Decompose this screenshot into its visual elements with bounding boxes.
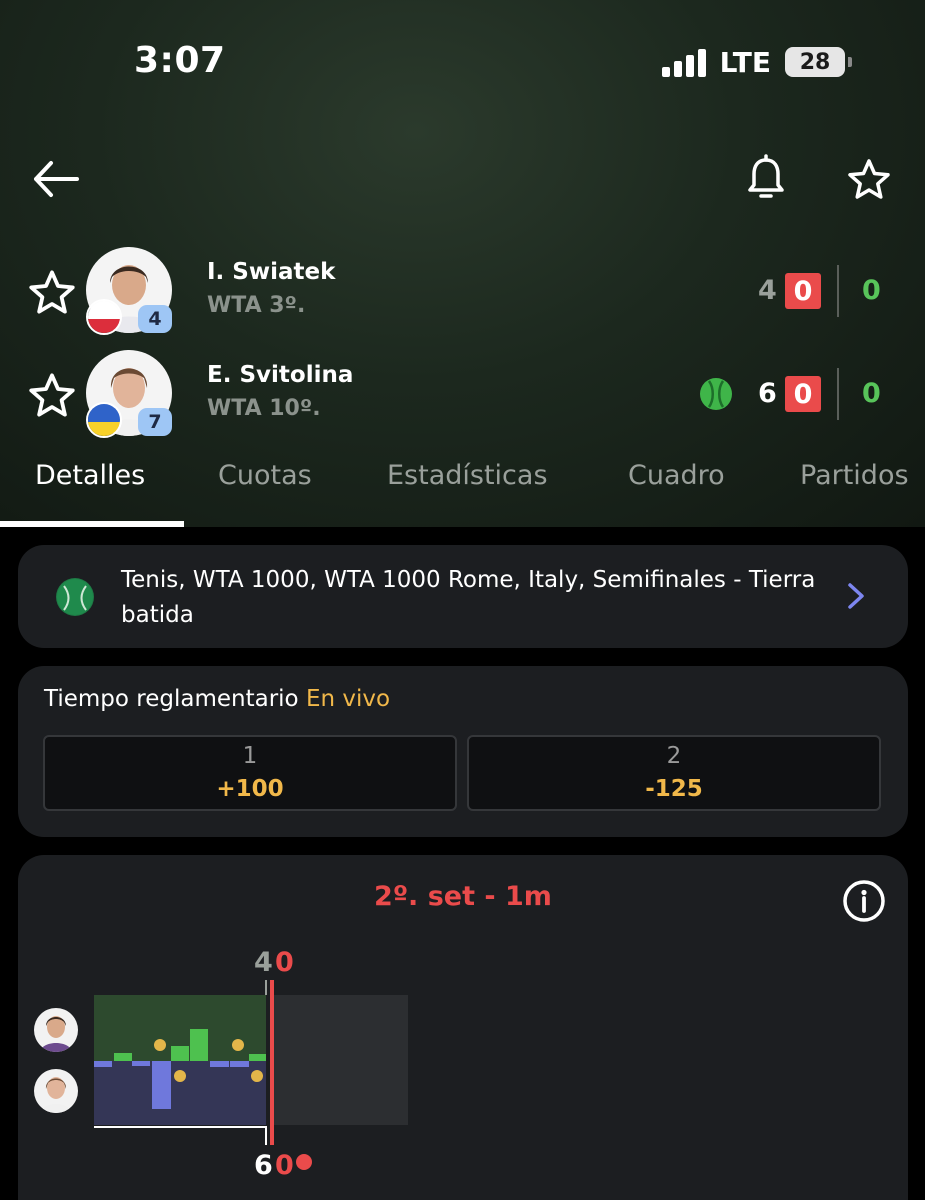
flag-poland-icon — [86, 299, 122, 335]
serve-marker — [251, 1070, 263, 1082]
momentum-bar — [114, 1053, 132, 1061]
status-indicators: LTE 28 — [661, 44, 852, 80]
odds-label: 1 — [242, 743, 258, 769]
tennis-ball-icon — [56, 578, 94, 616]
network-type: LTE — [719, 45, 771, 79]
player-name: I. Swiatek — [207, 259, 336, 285]
competition-info: Tenis, WTA 1000, WTA 1000 Rome, Italy, S… — [121, 567, 816, 628]
score-divider — [837, 368, 839, 420]
point-score: 0 — [785, 273, 821, 309]
seed-badge: 4 — [138, 305, 172, 333]
tab-cuotas[interactable]: Cuotas — [218, 460, 312, 491]
flag-ukraine-icon — [86, 402, 122, 438]
sets-score: 0 — [862, 378, 881, 409]
seed-badge: 7 — [138, 408, 172, 436]
chevron-right-icon[interactable] — [844, 581, 868, 611]
odds-label: 2 — [666, 743, 682, 769]
battery-level: 28 — [799, 49, 831, 75]
games-score: 4 — [758, 275, 777, 306]
serve-marker — [174, 1070, 186, 1082]
tab-partidos[interactable]: Partidos — [800, 460, 909, 491]
momentum-bar — [249, 1054, 266, 1061]
momentum-bar — [171, 1046, 189, 1061]
odds-value: +100 — [216, 776, 284, 802]
momentum-bar — [132, 1061, 150, 1066]
odds-option-1[interactable]: 1 +100 — [43, 735, 457, 811]
sets-score: 0 — [862, 275, 881, 306]
momentum-bar — [94, 1061, 112, 1067]
odds-option-2[interactable]: 2 -125 — [467, 735, 881, 811]
momentum-chart — [94, 980, 408, 1170]
player-name: E. Svitolina — [207, 362, 354, 388]
tab-detalles[interactable]: Detalles — [35, 460, 145, 491]
tab-bar: Detalles Cuotas Estadísticas Cuadro Part… — [0, 452, 925, 527]
momentum-card: 2º. set - 1m 4 0 6 0 — [18, 855, 908, 1200]
serve-marker — [154, 1039, 166, 1051]
games-score: 6 — [758, 378, 777, 409]
odds-title: Tiempo reglamentario En vivo — [44, 686, 390, 712]
status-time: 3:07 — [134, 40, 226, 81]
signal-icon — [661, 47, 706, 77]
star-icon[interactable] — [28, 372, 76, 420]
odds-value: -125 — [645, 776, 703, 802]
match-header: 3:07 LTE 28 4 I. Swiatek WTA 3º. 4 0 0 7… — [0, 0, 925, 527]
axis-line — [94, 1126, 267, 1145]
tab-estadisticas[interactable]: Estadísticas — [387, 460, 548, 491]
active-tab-indicator — [0, 521, 184, 527]
serve-marker — [232, 1039, 244, 1051]
odds-period: Tiempo reglamentario — [44, 686, 299, 712]
momentum-bar — [210, 1061, 229, 1067]
live-badge: En vivo — [305, 686, 391, 712]
favorite-star-icon[interactable] — [843, 154, 895, 204]
battery-icon: 28 — [785, 47, 852, 77]
player-rank: WTA 3º. — [207, 293, 306, 318]
score-divider — [837, 265, 839, 317]
tab-cuadro[interactable]: Cuadro — [628, 460, 725, 491]
competition-card[interactable]: Tenis, WTA 1000, WTA 1000 Rome, Italy, S… — [18, 545, 908, 648]
player-row-1[interactable]: 4 I. Swiatek WTA 3º. 4 0 0 — [0, 247, 925, 342]
player-row-2[interactable]: 7 E. Svitolina WTA 10º. 6 0 0 — [0, 350, 925, 445]
tennis-ball-icon — [700, 378, 732, 410]
player-rank: WTA 10º. — [207, 396, 321, 421]
momentum-bar — [152, 1061, 171, 1109]
momentum-bar — [230, 1061, 249, 1067]
momentum-bar — [190, 1029, 208, 1061]
point-score: 0 — [785, 376, 821, 412]
star-icon[interactable] — [28, 269, 76, 317]
live-dot — [296, 1154, 312, 1170]
back-arrow-icon[interactable] — [28, 154, 84, 204]
bell-icon[interactable] — [742, 152, 790, 204]
remaining-area — [270, 995, 408, 1125]
odds-card: Tiempo reglamentario En vivo 1 +100 2 -1… — [18, 666, 908, 837]
